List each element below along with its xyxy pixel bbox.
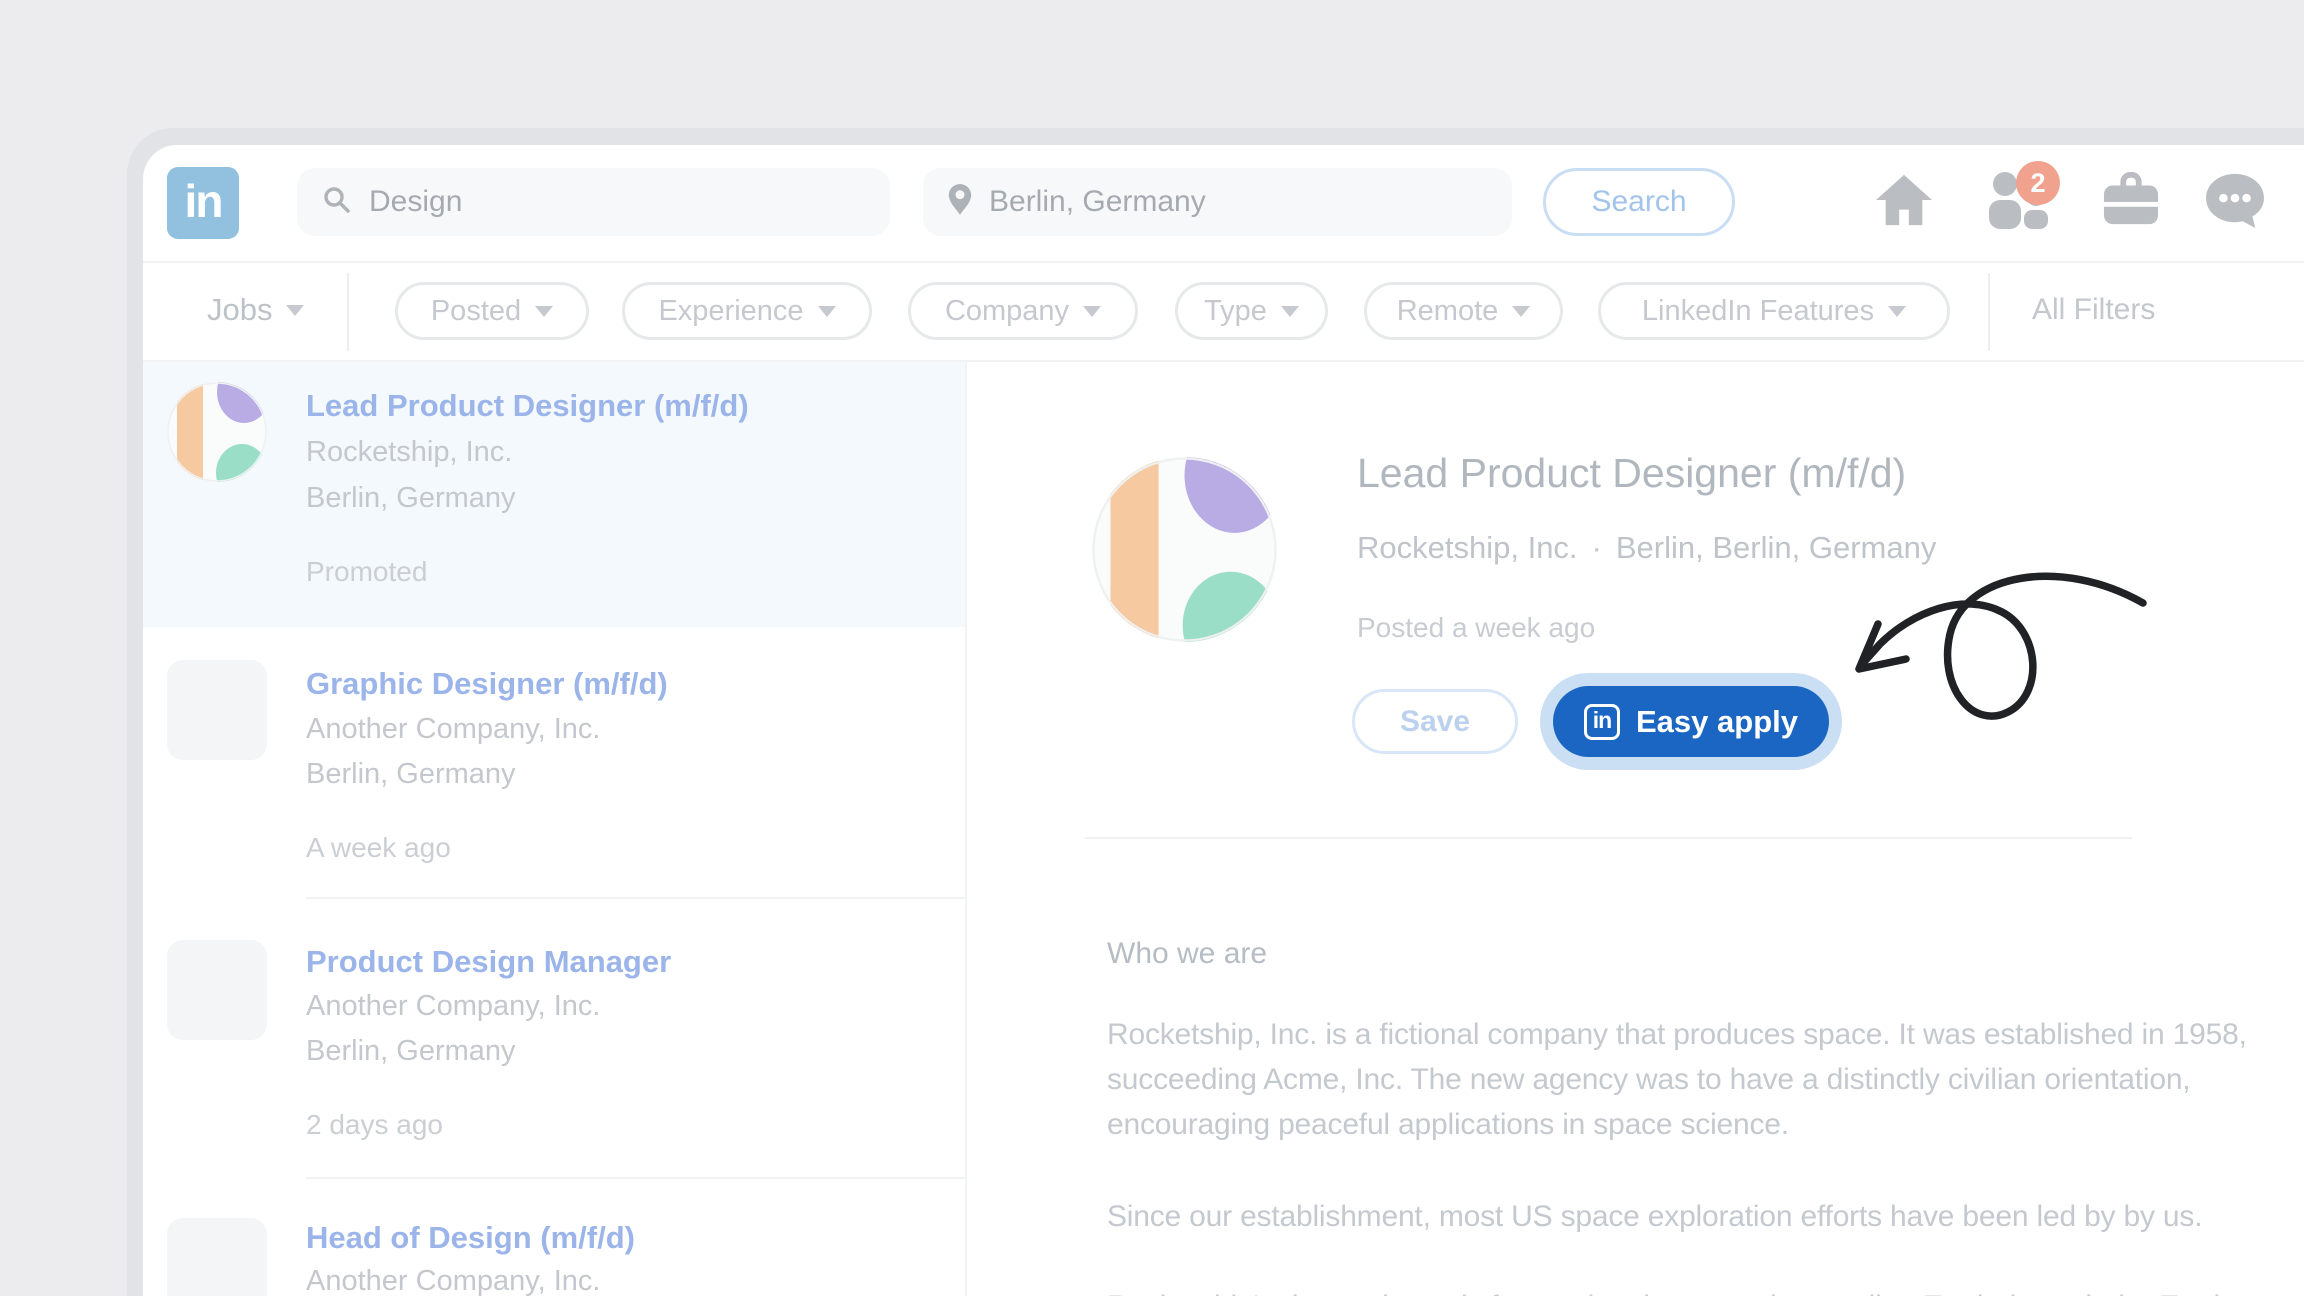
notification-badge: 2: [2016, 161, 2060, 205]
filter-pill-remote[interactable]: Remote: [1364, 282, 1563, 340]
chevron-down-icon: [286, 305, 304, 316]
chevron-down-icon: [535, 306, 553, 317]
linkedin-in-icon: in: [1584, 704, 1620, 740]
job-company: Another Company, Inc.: [306, 1265, 600, 1296]
filter-divider-left: [347, 273, 349, 351]
easy-apply-label: Easy apply: [1636, 704, 1798, 740]
location-input[interactable]: [989, 185, 1488, 219]
description-paragraph: Rocketship's days science is focused on …: [1107, 1284, 2304, 1296]
section-heading-who-we-are: Who we are: [1107, 937, 1267, 971]
job-meta: Promoted: [306, 556, 427, 588]
easy-apply-halo: in Easy apply: [1540, 673, 1842, 770]
all-filters-button[interactable]: All Filters: [2032, 283, 2155, 337]
job-title-link[interactable]: Head of Design (m/f/d): [306, 1220, 635, 1256]
keyword-search-field[interactable]: [297, 168, 890, 236]
company-avatar: [167, 382, 267, 482]
filter-pill-posted[interactable]: Posted: [395, 282, 589, 340]
dot-separator: ·: [1592, 530, 1602, 565]
header-divider: [143, 261, 2304, 263]
job-title-link[interactable]: Graphic Designer (m/f/d): [306, 666, 668, 702]
pill-label: Remote: [1397, 295, 1499, 328]
search-button[interactable]: Search: [1543, 168, 1735, 236]
filter-pill-type[interactable]: Type: [1175, 282, 1328, 340]
easy-apply-button[interactable]: in Easy apply: [1553, 686, 1829, 757]
job-company: Another Company, Inc.: [306, 990, 600, 1023]
home-icon[interactable]: [1869, 171, 1939, 229]
pill-label: Type: [1204, 295, 1267, 328]
pill-label: Posted: [431, 295, 521, 328]
browser-window-frame: in Search: [127, 128, 2304, 1296]
company-avatar-large: [1092, 457, 1277, 642]
jobs-briefcase-icon[interactable]: [2096, 171, 2166, 229]
job-location: Berlin, Germany: [306, 758, 516, 791]
company-avatar-placeholder: [167, 1218, 267, 1296]
filter-pill-experience[interactable]: Experience: [622, 282, 872, 340]
job-detail-pane: Lead Product Designer (m/f/d) Rocketship…: [967, 362, 2304, 1296]
description-paragraph: Since our establishment, most US space e…: [1107, 1194, 2304, 1239]
filter-divider-right: [1988, 273, 1990, 351]
linkedin-logo[interactable]: in: [167, 167, 239, 239]
detail-company: Rocketship, Inc.: [1357, 530, 1578, 565]
company-avatar-placeholder: [167, 660, 267, 760]
filter-pill-linkedin-features[interactable]: LinkedIn Features: [1598, 282, 1950, 340]
screen: in Search: [0, 0, 2304, 1296]
job-list-pane: Lead Product Designer (m/f/d) Rocketship…: [143, 362, 965, 1296]
chevron-down-icon: [1083, 306, 1101, 317]
pill-label: Experience: [658, 295, 803, 328]
detail-divider: [1085, 837, 2132, 839]
scope-dropdown-jobs[interactable]: Jobs: [207, 283, 304, 337]
job-company: Another Company, Inc.: [306, 713, 600, 746]
job-title-link[interactable]: Product Design Manager: [306, 944, 671, 980]
detail-posted: Posted a week ago: [1357, 612, 1595, 644]
list-divider: [306, 897, 965, 899]
messaging-icon[interactable]: [2200, 171, 2270, 229]
pill-label: LinkedIn Features: [1642, 295, 1874, 328]
app-window: in Search: [143, 145, 2304, 1296]
pill-label: Company: [945, 295, 1069, 328]
save-button[interactable]: Save: [1352, 689, 1518, 754]
scope-label: Jobs: [207, 292, 272, 328]
location-search-field[interactable]: [923, 168, 1512, 236]
location-pin-icon: [947, 183, 973, 222]
chevron-down-icon: [1888, 306, 1906, 317]
list-divider: [306, 1177, 965, 1179]
detail-job-title: Lead Product Designer (m/f/d): [1357, 450, 1906, 497]
job-location: Berlin, Germany: [306, 1035, 516, 1068]
job-location: Berlin, Germany: [306, 482, 516, 515]
job-meta: 2 days ago: [306, 1109, 443, 1141]
chevron-down-icon: [1512, 306, 1530, 317]
filter-pill-company[interactable]: Company: [908, 282, 1138, 340]
keyword-input[interactable]: [369, 185, 866, 219]
search-icon: [321, 184, 353, 221]
job-company: Rocketship, Inc.: [306, 436, 512, 469]
company-avatar-placeholder: [167, 940, 267, 1040]
detail-location: Berlin, Berlin, Germany: [1616, 530, 1936, 565]
chevron-down-icon: [818, 306, 836, 317]
chevron-down-icon: [1281, 306, 1299, 317]
detail-company-location: Rocketship, Inc. · Berlin, Berlin, Germany: [1357, 530, 1936, 566]
job-title-link[interactable]: Lead Product Designer (m/f/d): [306, 388, 749, 424]
job-meta: A week ago: [306, 832, 451, 864]
description-paragraph: Rocketship, Inc. is a fictional company …: [1107, 1012, 2304, 1147]
